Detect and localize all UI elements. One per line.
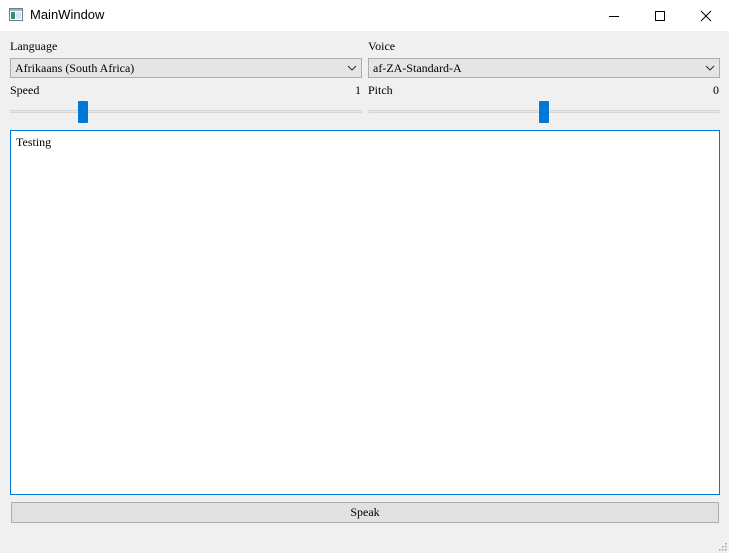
pitch-value: 0 [713,83,719,97]
resize-grip-icon[interactable] [717,541,727,551]
maximize-icon [655,10,665,21]
chevron-down-icon [347,65,357,71]
maximize-button[interactable] [637,0,683,31]
text-input-area[interactable]: Testing [10,130,720,495]
minimize-icon [609,15,619,17]
speed-value: 1 [355,83,361,97]
pitch-slider-handle[interactable] [539,101,549,123]
speed-slider-handle[interactable] [78,101,88,123]
voice-combo-value: af-ZA-Standard-A [373,61,462,75]
minimize-button[interactable] [591,0,637,31]
language-combo[interactable]: Afrikaans (South Africa) [10,58,362,78]
app-window-icon [9,8,23,21]
language-label: Language [10,39,58,53]
chevron-down-icon [705,65,715,71]
speed-label: Speed [10,83,40,97]
title-bar[interactable]: MainWindow [0,0,729,32]
pitch-slider[interactable] [368,100,720,124]
speed-slider-groove [10,110,362,113]
speed-slider[interactable] [10,100,362,124]
voice-label: Voice [368,39,396,53]
pitch-label: Pitch [368,83,393,97]
speak-button-label: Speak [350,505,380,519]
close-button[interactable] [683,0,729,31]
speak-button[interactable]: Speak [11,502,719,523]
close-icon [700,10,712,21]
language-combo-value: Afrikaans (South Africa) [15,61,135,75]
text-input-content: Testing [16,135,52,149]
main-window: MainWindow Language Afrikaans (South Afr… [0,0,729,553]
voice-combo[interactable]: af-ZA-Standard-A [368,58,720,78]
window-title: MainWindow [30,7,105,22]
